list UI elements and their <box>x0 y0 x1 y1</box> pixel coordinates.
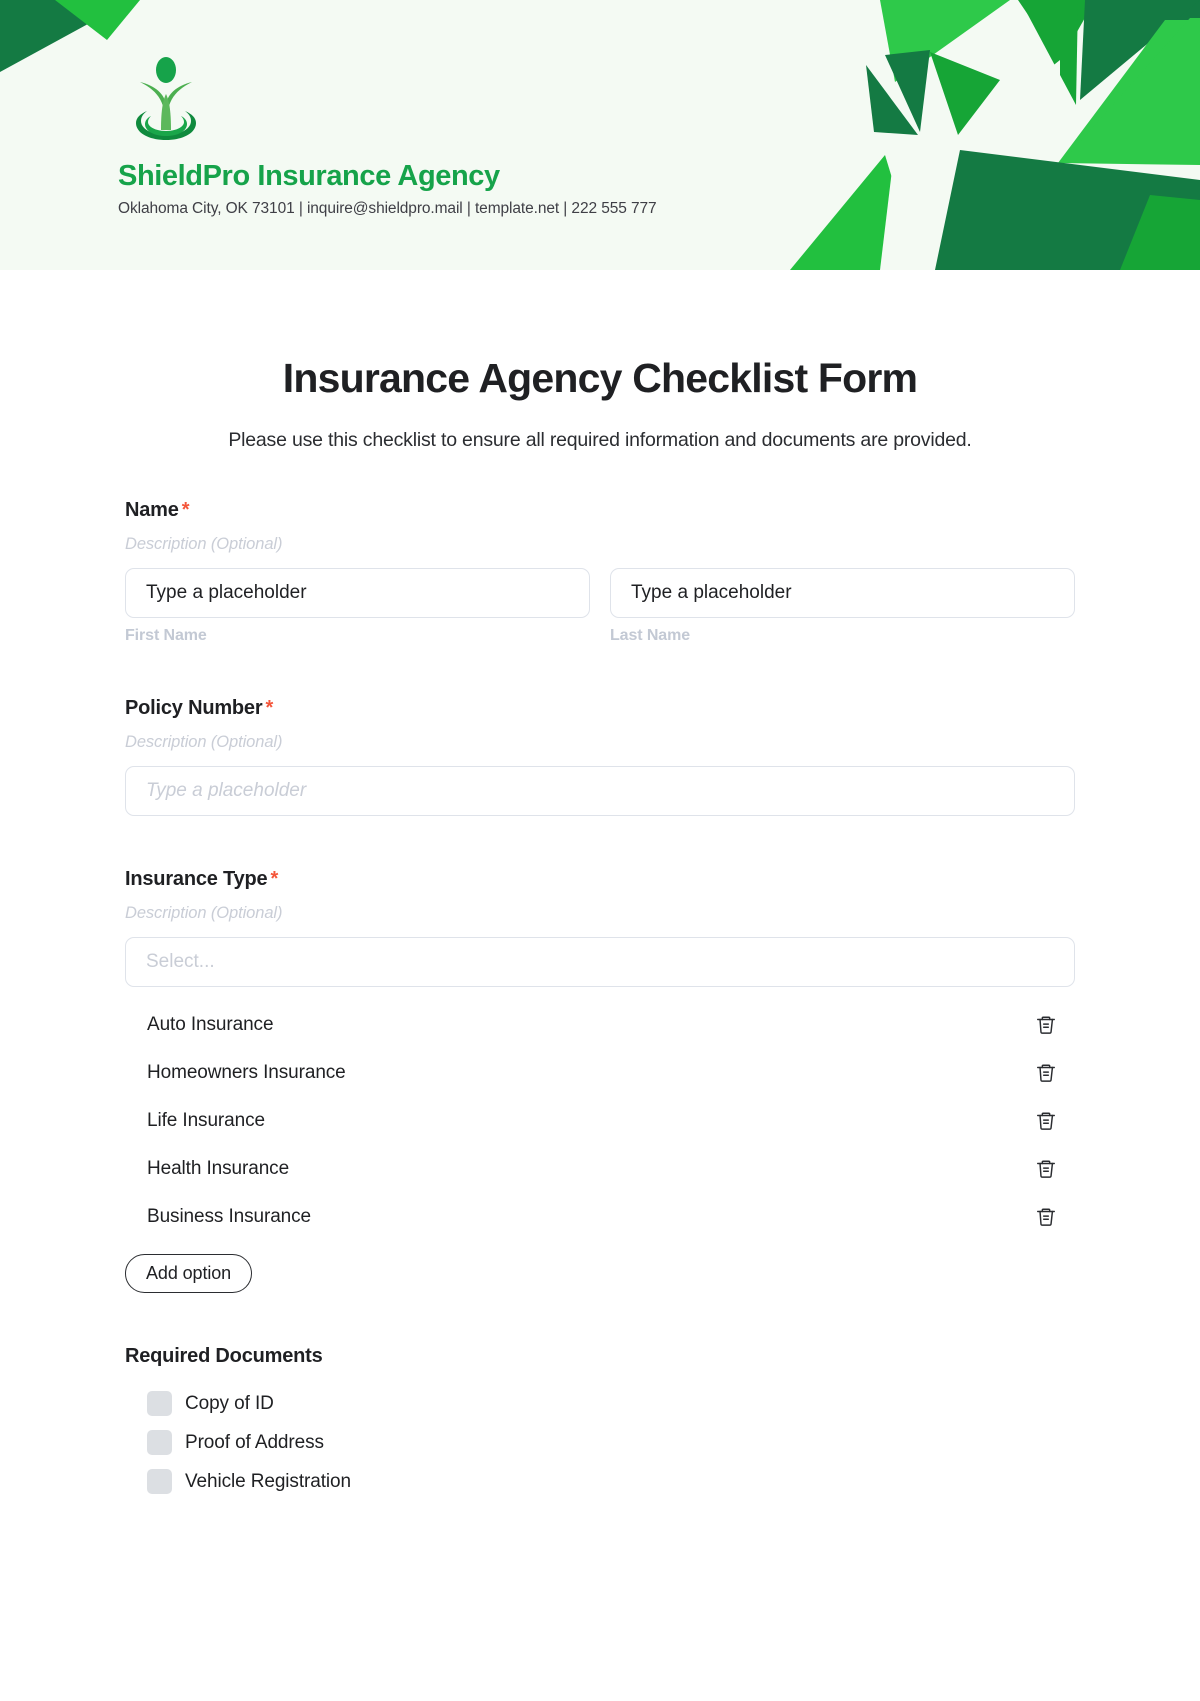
checkbox-copy-of-id[interactable] <box>147 1391 172 1416</box>
field-policy-number-description: Description (Optional) <box>125 733 283 751</box>
name-sublabel-row: First Name Last Name <box>125 627 1075 645</box>
page-header: ShieldPro Insurance Agency Oklahoma City… <box>0 0 1200 270</box>
list-item[interactable]: Vehicle Registration <box>125 1462 1075 1501</box>
add-option-button[interactable]: Add option <box>125 1254 253 1293</box>
trash-icon[interactable] <box>1033 1156 1059 1182</box>
trash-icon[interactable] <box>1033 1108 1059 1134</box>
required-documents-checkbox-list: Copy of ID Proof of Address Vehicle Regi… <box>125 1384 1075 1501</box>
checkbox-vehicle-registration[interactable] <box>147 1469 172 1494</box>
option-label: Business Insurance <box>147 1206 312 1227</box>
person-sprout-logo-icon <box>136 57 196 140</box>
policy-number-input[interactable]: Type a placeholder <box>125 766 1075 816</box>
page-title: Insurance Agency Checklist Form <box>282 355 918 401</box>
last-name-input[interactable]: Type a placeholder <box>610 568 1075 618</box>
page-subtitle: Please use this checklist to ensure all … <box>228 429 972 451</box>
option-label: Auto Insurance <box>147 1014 274 1035</box>
policy-number-input-row: Type a placeholder <box>125 766 1075 816</box>
field-insurance-type-description: Description (Optional) <box>125 904 283 922</box>
required-asterisk: * <box>181 499 190 521</box>
checkbox-label: Copy of ID <box>185 1392 274 1414</box>
insurance-type-option-list: Auto Insurance Homeowners Insurance Life… <box>125 1001 1075 1241</box>
field-name: Name * Description (Optional) Type a plac… <box>125 499 1075 645</box>
form-sheet: Insurance Agency Checklist Form Please u… <box>0 355 1200 1501</box>
checkbox-label: Vehicle Registration <box>185 1470 351 1492</box>
option-label: Homeowners Insurance <box>147 1062 346 1083</box>
company-logo <box>118 52 214 148</box>
field-policy-number-label: Policy Number * <box>125 697 1075 720</box>
field-name-description: Description (Optional) <box>125 535 283 553</box>
brand-block: ShieldPro Insurance Agency Oklahoma City… <box>118 52 657 218</box>
trash-icon[interactable] <box>1033 1060 1059 1086</box>
last-name-sublabel: Last Name <box>610 627 691 644</box>
field-name-label: Name * <box>125 499 1075 522</box>
first-name-input[interactable]: Type a placeholder <box>125 568 590 618</box>
checkbox-proof-of-address[interactable] <box>147 1430 172 1455</box>
field-policy-number: Policy Number * Description (Optional) Ty… <box>125 697 1075 816</box>
field-policy-number-label-text: Policy Number <box>125 697 263 719</box>
brand-contact-line: Oklahoma City, OK 73101 | inquire@shield… <box>118 200 657 217</box>
insurance-type-select[interactable]: Select... <box>125 937 1075 987</box>
list-item[interactable]: Auto Insurance <box>125 1001 1075 1049</box>
name-input-row: Type a placeholder Type a placeholder <box>125 568 1075 618</box>
list-item[interactable]: Business Insurance <box>125 1193 1075 1241</box>
field-insurance-type: Insurance Type * Description (Optional) S… <box>125 868 1075 1293</box>
list-item[interactable]: Homeowners Insurance <box>125 1049 1075 1097</box>
field-required-documents: Required Documents Copy of ID Proof of A… <box>125 1345 1075 1501</box>
option-label: Health Insurance <box>147 1158 290 1179</box>
field-name-label-text: Name <box>125 499 179 521</box>
field-required-documents-label: Required Documents <box>125 1345 323 1367</box>
list-item[interactable]: Health Insurance <box>125 1145 1075 1193</box>
list-item[interactable]: Proof of Address <box>125 1423 1075 1462</box>
field-insurance-type-label-text: Insurance Type <box>125 868 268 890</box>
trash-icon[interactable] <box>1033 1204 1059 1230</box>
field-insurance-type-label: Insurance Type * <box>125 868 1075 891</box>
required-asterisk: * <box>265 697 274 719</box>
first-name-sublabel: First Name <box>125 627 207 644</box>
list-item[interactable]: Life Insurance <box>125 1097 1075 1145</box>
brand-name: ShieldPro Insurance Agency <box>118 160 500 192</box>
required-asterisk: * <box>270 868 279 890</box>
trash-icon[interactable] <box>1033 1012 1059 1038</box>
option-label: Life Insurance <box>147 1110 265 1131</box>
checkbox-label: Proof of Address <box>185 1431 324 1453</box>
list-item[interactable]: Copy of ID <box>125 1384 1075 1423</box>
